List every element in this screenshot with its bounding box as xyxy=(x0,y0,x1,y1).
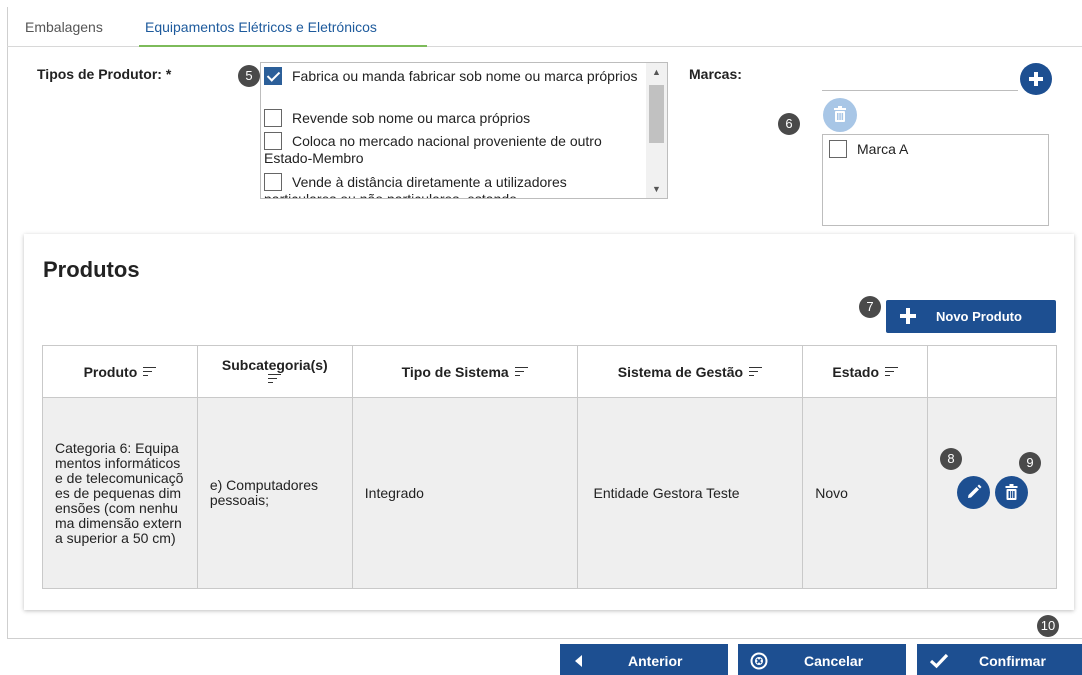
cell-estado: Novo xyxy=(802,397,929,589)
edit-produto-button[interactable] xyxy=(957,476,990,509)
produtos-table: Produto Subcategoria(s) Tipo de Sistema … xyxy=(42,345,1057,589)
tipos-produtor-listbox[interactable]: Fabrica ou manda fabricar sob nome ou ma… xyxy=(260,62,668,199)
tipos-option-2[interactable]: Revende sob nome ou marca próprios xyxy=(264,109,642,127)
sort-icon[interactable] xyxy=(268,373,282,383)
badge-9: 9 xyxy=(1019,452,1041,474)
produtos-panel: Produtos 7 Novo Produto Produto Subcateg… xyxy=(24,234,1074,610)
trash-icon xyxy=(1005,484,1018,500)
cell-sistema-gestao: Entidade Gestora Teste xyxy=(576,397,804,589)
badge-10: 10 xyxy=(1037,615,1059,637)
marcas-label: Marcas: xyxy=(689,66,742,82)
cancelar-button[interactable]: Cancelar xyxy=(738,644,906,675)
checkmark-icon xyxy=(929,653,949,669)
checkbox[interactable] xyxy=(264,132,282,150)
tab-bar: Embalagens Equipamentos Elétricos e Elet… xyxy=(7,7,1082,47)
tipos-option-3[interactable]: Coloca no mercado nacional proveniente d… xyxy=(264,132,642,166)
scroll-down-arrow-icon[interactable]: ▼ xyxy=(646,180,667,198)
col-tipo-sistema-label: Tipo de Sistema xyxy=(401,363,509,380)
checkbox[interactable] xyxy=(264,109,282,127)
cell-actions xyxy=(927,397,1057,589)
trash-icon xyxy=(834,106,846,122)
marcas-input-underline[interactable] xyxy=(822,90,1018,91)
col-estado[interactable]: Estado xyxy=(802,345,929,398)
sort-icon[interactable] xyxy=(514,366,528,376)
table-header-row: Produto Subcategoria(s) Tipo de Sistema … xyxy=(42,345,1057,398)
cancel-circle-icon xyxy=(750,652,768,670)
col-subcategoria-label: Subcategoria(s) xyxy=(221,356,328,373)
badge-7: 7 xyxy=(859,296,881,318)
marcas-list[interactable]: Marca A xyxy=(822,134,1049,226)
confirmar-label: Confirmar xyxy=(979,653,1046,669)
table-row: Categoria 6: Equipamentos informáticos e… xyxy=(42,397,1057,589)
cancelar-label: Cancelar xyxy=(804,653,864,669)
novo-produto-label: Novo Produto xyxy=(936,309,1022,324)
col-produto-label: Produto xyxy=(83,363,138,380)
badge-8: 8 xyxy=(940,448,962,470)
marca-item[interactable]: Marca A xyxy=(829,140,908,158)
cell-tipo-sistema: Integrado xyxy=(351,397,578,589)
marca-item-label: Marca A xyxy=(857,141,909,157)
tipos-option-1-label: Fabrica ou manda fabricar sob nome ou ma… xyxy=(292,68,638,84)
anterior-button[interactable]: Anterior xyxy=(560,644,728,675)
col-tipo-sistema[interactable]: Tipo de Sistema xyxy=(351,345,578,398)
scroll-thumb[interactable] xyxy=(649,85,664,143)
checkbox[interactable] xyxy=(264,173,282,191)
cell-produto: Categoria 6: Equipamentos informáticos e… xyxy=(42,397,198,589)
checkbox-checked[interactable] xyxy=(264,67,282,85)
produtos-title: Produtos xyxy=(43,257,140,282)
confirmar-button[interactable]: Confirmar xyxy=(917,644,1082,675)
chevron-left-icon xyxy=(575,655,582,667)
col-produto[interactable]: Produto xyxy=(42,345,198,398)
plus-icon-vertical xyxy=(906,308,910,324)
tipos-option-2-label: Revende sob nome ou marca próprios xyxy=(292,110,531,126)
col-actions xyxy=(927,345,1057,398)
sort-icon[interactable] xyxy=(143,366,157,376)
tipos-option-3-label: Coloca no mercado nacional proveniente d… xyxy=(264,133,602,166)
tipos-option-1[interactable]: Fabrica ou manda fabricar sob nome ou ma… xyxy=(264,67,642,85)
novo-produto-button[interactable]: Novo Produto xyxy=(886,300,1056,333)
tipos-option-4-label: Vende à distância diretamente a utilizad… xyxy=(264,174,567,199)
col-sistema-gestao[interactable]: Sistema de Gestão xyxy=(576,345,804,398)
delete-produto-button[interactable] xyxy=(995,476,1028,509)
col-sistema-gestao-label: Sistema de Gestão xyxy=(617,363,744,380)
badge-5: 5 xyxy=(238,65,260,87)
anterior-label: Anterior xyxy=(628,653,683,669)
cell-subcategoria: e) Computadores pessoais; xyxy=(196,397,353,589)
checkbox[interactable] xyxy=(829,140,847,158)
col-estado-label: Estado xyxy=(832,363,880,380)
sort-icon[interactable] xyxy=(885,366,899,376)
badge-6: 6 xyxy=(778,113,800,135)
active-tab-indicator xyxy=(139,45,427,47)
sort-icon[interactable] xyxy=(749,366,763,376)
col-subcategoria[interactable]: Subcategoria(s) xyxy=(196,345,353,398)
pencil-icon xyxy=(968,484,982,498)
tab-embalagens[interactable]: Embalagens xyxy=(25,19,103,35)
tipos-produtor-label: Tipos de Produtor: * xyxy=(37,66,172,82)
tipos-option-4[interactable]: Vende à distância diretamente a utilizad… xyxy=(264,173,642,199)
delete-marca-button[interactable] xyxy=(823,98,857,132)
tab-equipamentos-eletricos[interactable]: Equipamentos Elétricos e Eletrónicos xyxy=(145,19,377,35)
scroll-up-arrow-icon[interactable]: ▲ xyxy=(646,63,667,81)
add-marca-button[interactable] xyxy=(1020,63,1052,95)
listbox-scrollbar[interactable]: ▲ ▼ xyxy=(646,63,667,198)
